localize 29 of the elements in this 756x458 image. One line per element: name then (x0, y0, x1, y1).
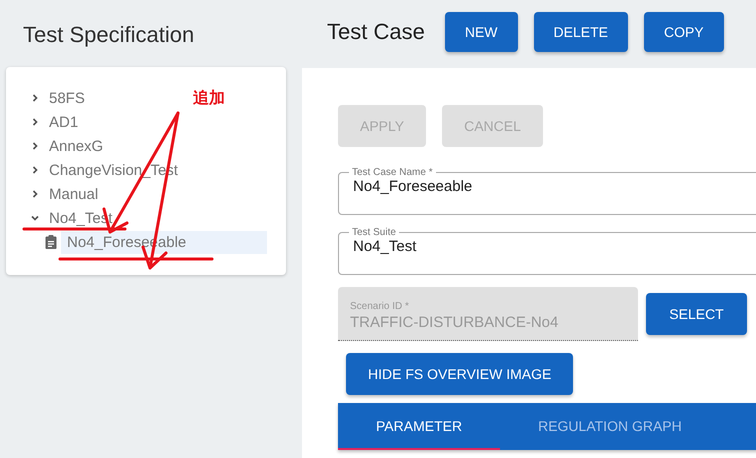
tab[interactable]: PARAMETER (338, 403, 500, 450)
toggle-image-button[interactable]: HIDE FS OVERVIEW IMAGE (346, 353, 574, 395)
text-field[interactable]: Test Suite No4_Test (338, 227, 756, 275)
field-value: No4_Test (353, 238, 418, 255)
tab[interactable]: REGULATION GRAPH (500, 403, 720, 450)
chevron-icon (30, 117, 40, 127)
action-button[interactable]: DELETE (534, 12, 628, 52)
tree-item[interactable]: AD1 (24, 110, 82, 134)
tree-item[interactable]: 58FS (24, 86, 89, 110)
chevron-icon (30, 141, 40, 151)
panel-title: Test Specification (23, 22, 196, 49)
field-label: Test Case Name * (351, 167, 434, 178)
select-button[interactable]: SELECT (646, 293, 747, 335)
field-value: TRAFFIC-DISTURBANCE-No4 (350, 314, 560, 331)
tree-item[interactable]: Manual (24, 182, 102, 206)
chevron-icon (30, 93, 40, 103)
tree-item[interactable]: AnnexG (24, 134, 108, 158)
chevron-icon (30, 189, 40, 199)
action-button[interactable]: NEW (444, 12, 518, 52)
chevron-icon (30, 165, 40, 175)
section-title: Test Case (327, 19, 425, 45)
chevron-icon (30, 213, 40, 223)
action-button[interactable]: COPY (644, 12, 724, 52)
field-label: Test Suite (351, 227, 397, 238)
annotation-text: 追加 (193, 88, 225, 109)
text-field[interactable]: Test Case Name * No4_Foreseeable (338, 167, 756, 215)
field-label: Scenario ID * (350, 301, 410, 312)
field-value: No4_Foreseeable (353, 178, 474, 195)
clipboard-icon (45, 235, 57, 249)
